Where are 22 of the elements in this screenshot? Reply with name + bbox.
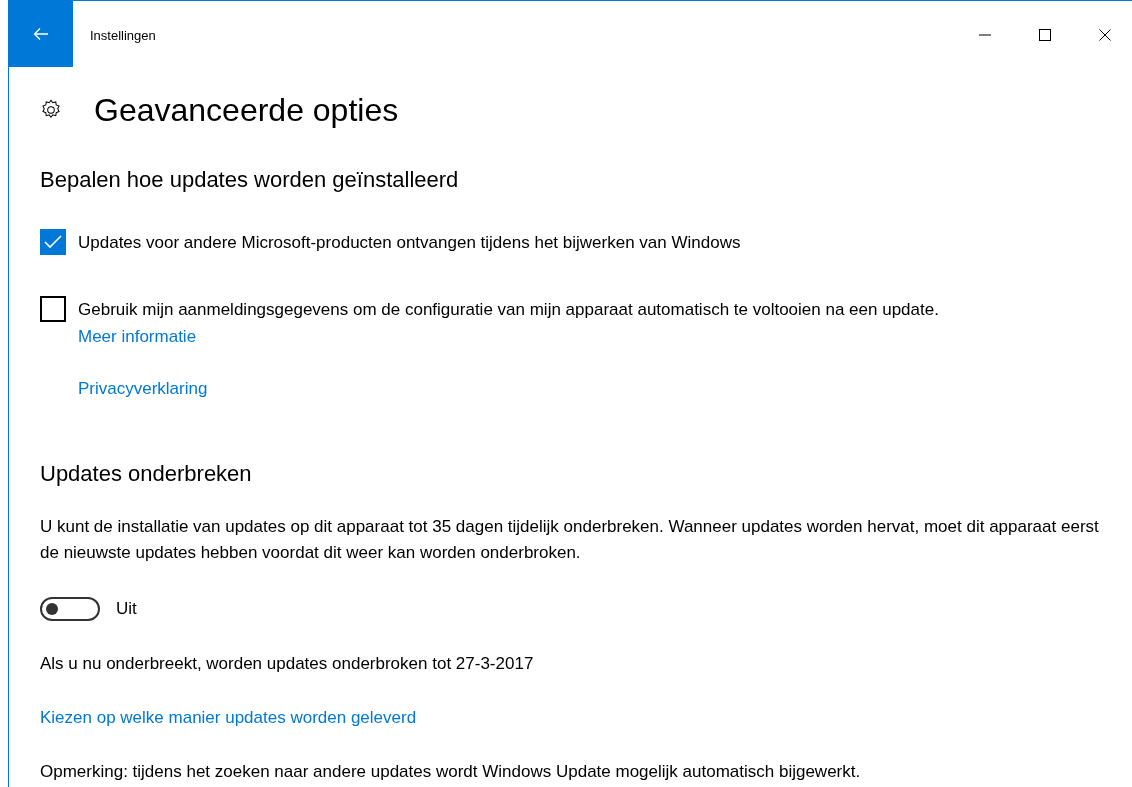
window-title: Instellingen	[90, 28, 157, 43]
link[interactable]: Kiezen op welke manier updates worden geleverd	[40, 704, 417, 731]
more-info-link[interactable]: Meer informatie	[78, 323, 197, 350]
description-text: U kunt de installatie van updates op dit apparaat tot 35 dagen tijdelijk onderbreken. Wanneer updates worden hervat, moet dit apparaat eerst de nieuwste updates hebben voordat dit weer kan worden onderbroken.	[40, 516, 1100, 564]
toggle-switch[interactable]	[40, 597, 100, 621]
minimize-icon	[979, 34, 991, 36]
settings-icon	[40, 99, 62, 121]
back-arrow-icon	[33, 27, 49, 41]
toggle-label: Uit	[116, 599, 137, 619]
checkmark-icon	[44, 235, 62, 249]
section-heading: Updates onderbreken	[40, 460, 253, 488]
page-title: Geavanceerde opties	[94, 91, 399, 130]
checkbox[interactable]	[40, 229, 66, 255]
link[interactable]: Privacyverklaring	[78, 375, 208, 402]
maximize-icon	[1039, 29, 1051, 41]
description-text: Als u nu onderbreekt, worden updates onderbroken tot 27-3-2017	[40, 653, 535, 675]
checkbox[interactable]	[40, 296, 66, 322]
close-icon	[1099, 29, 1111, 41]
checkbox-label: Gebruik mijn aanmeldingsgegevens om de configuratie van mijn apparaat automatisch te voltooien na een update.	[78, 299, 939, 321]
checkbox-label: Updates voor andere Microsoft-producten ontvangen tijdens het bijwerken van Windows	[78, 232, 741, 254]
section-heading: Bepalen hoe updates worden geïnstalleerd	[40, 166, 460, 194]
description-text: Opmerking: tijdens het zoeken naar andere updates wordt Windows Update mogelijk automatisch bijgewerkt.	[40, 761, 862, 783]
